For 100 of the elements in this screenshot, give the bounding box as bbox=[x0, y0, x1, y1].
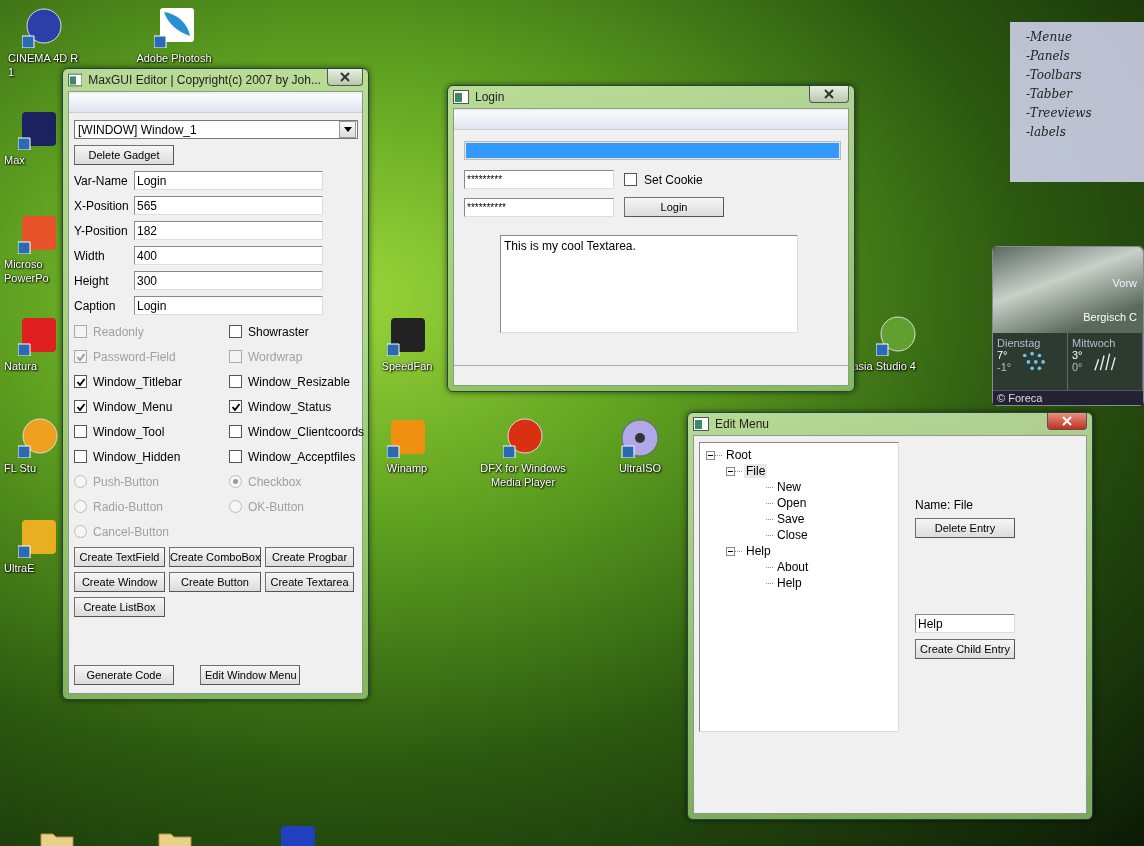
checkbox[interactable] bbox=[229, 450, 242, 463]
option-label: Checkbox bbox=[248, 474, 302, 489]
window-title: MaxGUI Editor | Copyright(c) 2007 by Joh... bbox=[88, 73, 321, 87]
note-text: -Tabber bbox=[1026, 87, 1074, 101]
input-field[interactable]: 400 bbox=[134, 246, 323, 265]
window-icon bbox=[453, 90, 469, 104]
tree-item[interactable]: File bbox=[744, 464, 768, 478]
checkbox[interactable] bbox=[74, 400, 87, 413]
option-label: Window_Tool bbox=[93, 424, 165, 439]
action-button[interactable]: Generate Code bbox=[74, 665, 174, 685]
option-label: Window_Titlebar bbox=[93, 374, 182, 389]
close-button[interactable] bbox=[1047, 413, 1087, 430]
round-app-icon[interactable] bbox=[876, 316, 916, 356]
checkbox[interactable] bbox=[74, 375, 87, 388]
option-label: Cancel-Button bbox=[93, 524, 170, 539]
option-label: OK-Button bbox=[248, 499, 305, 514]
city-name: Bergisch C bbox=[1083, 311, 1137, 323]
checkbox[interactable] bbox=[74, 450, 87, 463]
weather-credit: © Foreca bbox=[993, 390, 1143, 405]
icon-label[interactable]: 1 bbox=[8, 65, 15, 79]
icon-label[interactable]: UltraE bbox=[4, 561, 35, 575]
field-label: Height bbox=[74, 273, 110, 288]
icon-label[interactable]: UltraISO bbox=[618, 461, 662, 475]
login-button[interactable]: Login bbox=[624, 197, 724, 217]
delete-gadget-button[interactable]: Delete Gadget bbox=[74, 145, 174, 165]
tree-item[interactable]: Root bbox=[724, 448, 754, 462]
create-button[interactable]: Create ComboBox bbox=[169, 547, 261, 567]
disc-icon[interactable] bbox=[620, 418, 660, 458]
tree-item[interactable]: New bbox=[775, 480, 803, 494]
create-button[interactable]: Create Textarea bbox=[265, 572, 354, 592]
password-field[interactable]: ********* bbox=[464, 170, 614, 189]
action-button[interactable]: Edit Window Menu bbox=[200, 665, 300, 685]
sphere-icon[interactable] bbox=[22, 8, 62, 48]
gadget-dropdown[interactable]: [WINDOW] Window_1 bbox=[74, 120, 358, 139]
app-icon[interactable] bbox=[387, 316, 427, 356]
checkbox[interactable] bbox=[229, 325, 242, 338]
close-icon bbox=[339, 72, 350, 82]
icon-label[interactable]: Adobe Photosh bbox=[136, 51, 212, 65]
checkbox[interactable] bbox=[74, 425, 87, 438]
checkbox[interactable] bbox=[229, 400, 242, 413]
create-button[interactable]: Create Window bbox=[74, 572, 165, 592]
checkbox[interactable] bbox=[229, 375, 242, 388]
input-field[interactable]: 300 bbox=[134, 271, 323, 290]
option-label: Window_Clientcoords bbox=[248, 424, 365, 439]
create-child-button[interactable]: Create Child Entry bbox=[915, 639, 1015, 659]
icon-label[interactable]: FL Stu bbox=[4, 461, 36, 475]
create-button[interactable]: Create Button bbox=[169, 572, 261, 592]
high-temperature: 7° bbox=[997, 349, 1009, 361]
tree-item[interactable]: Help bbox=[775, 576, 804, 590]
option-label: Push-Button bbox=[93, 474, 160, 489]
app-icon[interactable] bbox=[18, 110, 58, 150]
tree-item[interactable]: Open bbox=[775, 496, 809, 510]
input-field[interactable]: 182 bbox=[134, 221, 323, 240]
field-label: X-Position bbox=[74, 198, 130, 213]
collapse-icon[interactable] bbox=[726, 546, 735, 556]
create-button[interactable]: Create ListBox bbox=[74, 597, 165, 617]
input-field[interactable]: Login bbox=[134, 296, 323, 315]
feather-icon[interactable] bbox=[154, 8, 194, 48]
round-app-icon[interactable] bbox=[18, 418, 58, 458]
checkbox[interactable] bbox=[624, 173, 637, 186]
note-text: -Toolbars bbox=[1026, 68, 1083, 82]
caret-icon bbox=[343, 127, 352, 132]
option-label: Window_Resizable bbox=[248, 374, 351, 389]
window-icon bbox=[693, 417, 709, 431]
window-title: Login bbox=[475, 90, 506, 104]
round-app-icon[interactable] bbox=[503, 418, 543, 458]
option-label: Wordwrap bbox=[248, 349, 303, 364]
entry-field[interactable]: Help bbox=[915, 614, 1015, 633]
create-button[interactable]: Create TextField bbox=[74, 547, 165, 567]
field-label: Caption bbox=[74, 298, 117, 313]
delete-entry-button[interactable]: Delete Entry bbox=[915, 518, 1015, 538]
icon-label[interactable]: CINEMA 4D R bbox=[8, 51, 79, 65]
tree-item[interactable]: Save bbox=[775, 512, 807, 526]
collapse-icon[interactable] bbox=[726, 466, 735, 476]
field-label: Var-Name bbox=[74, 173, 129, 188]
note-text: -Panels bbox=[1026, 49, 1071, 63]
tree-item[interactable]: About bbox=[775, 560, 811, 574]
input-field[interactable]: Login bbox=[134, 171, 323, 190]
tree-item[interactable]: Help bbox=[744, 544, 773, 558]
note-text: -Treeviews bbox=[1026, 106, 1093, 120]
tree-item[interactable]: Close bbox=[775, 528, 810, 542]
tree-view[interactable]: Root File New Open Save Close Help About Help bbox=[699, 442, 899, 732]
option-label: Window_Acceptfiles bbox=[248, 449, 356, 464]
option-label: Password-Field bbox=[93, 349, 176, 364]
option-label: Radio-Button bbox=[93, 499, 164, 514]
close-button[interactable] bbox=[326, 69, 363, 86]
field-label: Width bbox=[74, 248, 106, 263]
window-icon bbox=[68, 73, 83, 87]
checkbox[interactable] bbox=[229, 425, 242, 438]
collapse-icon[interactable] bbox=[706, 450, 715, 460]
input-field[interactable]: 565 bbox=[134, 196, 323, 215]
password-field[interactable]: ********** bbox=[464, 197, 614, 217]
close-button[interactable] bbox=[809, 86, 849, 103]
day-name: Mittwoch bbox=[1072, 337, 1117, 349]
option-label: Window_Hidden bbox=[93, 449, 181, 464]
create-button[interactable]: Create Progbar bbox=[265, 547, 354, 567]
text-area[interactable]: This is my cool Textarea. bbox=[500, 235, 798, 333]
day-name: Dienstag bbox=[997, 337, 1042, 349]
weather-condition: Vorw bbox=[1112, 277, 1137, 289]
note-text: -labels bbox=[1026, 125, 1067, 139]
